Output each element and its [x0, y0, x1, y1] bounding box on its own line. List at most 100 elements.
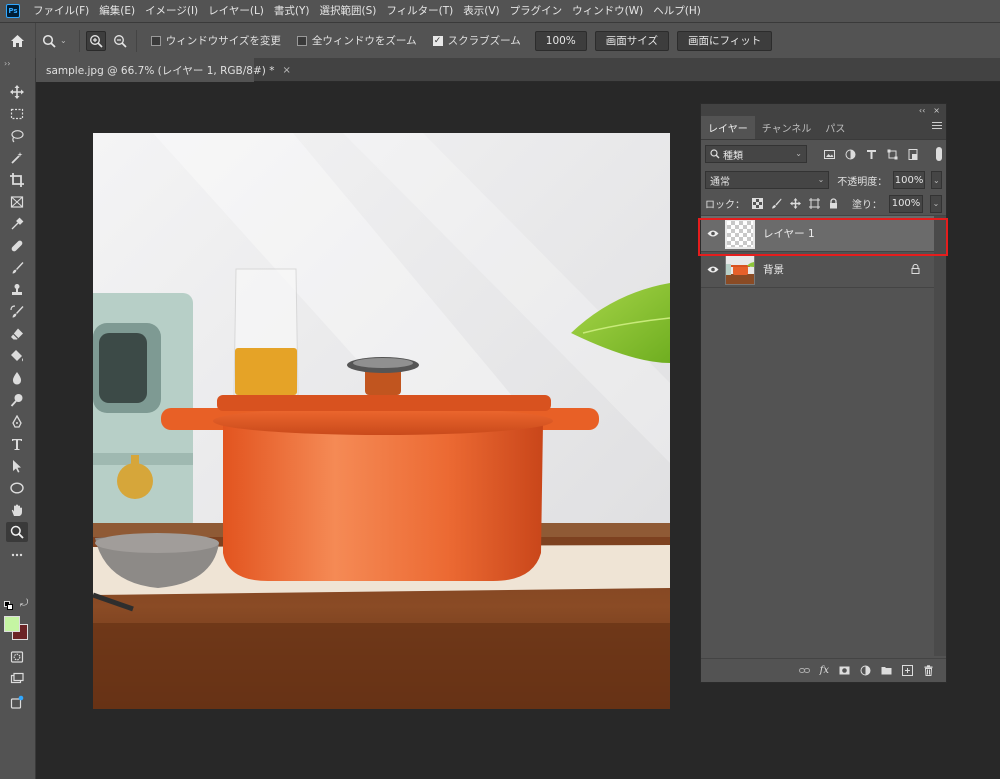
paint-bucket-tool[interactable] — [6, 346, 28, 366]
fill-screen-button[interactable]: 画面にフィット — [676, 30, 773, 51]
healing-brush-tool[interactable] — [6, 236, 28, 256]
menu-window[interactable]: ウィンドウ(W) — [567, 0, 648, 22]
move-tool[interactable] — [6, 82, 28, 102]
smart-object-filter-icon[interactable] — [907, 148, 919, 160]
eraser-tool[interactable] — [6, 324, 28, 344]
magic-wand-tool[interactable] — [6, 148, 28, 168]
zoom-in-button[interactable] — [85, 30, 106, 51]
marquee-tool[interactable] — [6, 104, 28, 124]
layer-row[interactable]: 背景 — [701, 252, 934, 288]
shape-filter-icon[interactable] — [886, 148, 898, 160]
lock-position-icon[interactable] — [790, 198, 801, 209]
filter-toggle-icon[interactable] — [936, 147, 942, 161]
crop-tool[interactable] — [6, 170, 28, 190]
tab-layers[interactable]: レイヤー — [701, 116, 755, 139]
eye-icon — [707, 266, 719, 273]
lock-all-icon[interactable] — [828, 198, 839, 209]
zoom-all-windows-checkbox[interactable]: 全ウィンドウをズーム — [296, 33, 417, 48]
type-tool[interactable] — [6, 434, 28, 454]
adjustment-layer-icon[interactable] — [860, 665, 871, 676]
menu-layer[interactable]: レイヤー(L) — [203, 0, 269, 22]
link-layers-icon[interactable] — [798, 665, 810, 676]
tab-channels[interactable]: チャンネル — [755, 116, 819, 139]
eraser-icon — [11, 328, 23, 340]
layer-row[interactable]: レイヤー 1 — [701, 216, 934, 252]
history-brush-tool[interactable] — [6, 302, 28, 322]
hand-tool[interactable] — [6, 500, 28, 520]
menu-help[interactable]: ヘルプ(H) — [648, 0, 706, 22]
add-mask-icon[interactable] — [839, 665, 850, 676]
lock-transparent-pixels-icon[interactable] — [752, 198, 763, 209]
default-colors-icon[interactable] — [4, 601, 13, 610]
ellipse-tool[interactable] — [6, 478, 28, 498]
visibility-toggle[interactable] — [701, 265, 725, 274]
checkbox-box[interactable] — [296, 35, 307, 46]
menu-view[interactable]: 表示(V) — [458, 0, 504, 22]
menu-edit[interactable]: 編集(E) — [94, 0, 140, 22]
panel-menu-icon[interactable] — [932, 122, 942, 131]
zoom-out-button[interactable] — [110, 31, 130, 51]
tab-paths[interactable]: パス — [818, 116, 852, 139]
pixel-filter-icon[interactable] — [823, 148, 835, 160]
dodge-tool[interactable] — [6, 390, 28, 410]
checkbox-box[interactable] — [150, 35, 161, 46]
resize-windows-checkbox[interactable]: ウィンドウサイズを変更 — [150, 33, 281, 48]
document-canvas[interactable] — [93, 133, 670, 709]
opacity-dropdown-icon[interactable]: ⌄ — [930, 171, 943, 189]
brush-tool[interactable] — [6, 258, 28, 278]
pen-tool[interactable] — [6, 412, 28, 432]
more-tools-button[interactable] — [6, 545, 28, 565]
fill-input[interactable]: 100% — [889, 194, 923, 213]
path-selection-tool[interactable] — [6, 456, 28, 476]
trash-icon[interactable] — [923, 665, 934, 676]
lasso-tool[interactable] — [6, 126, 28, 146]
lock-image-pixels-icon[interactable] — [771, 198, 782, 209]
screen-mode-button[interactable] — [6, 669, 28, 689]
menu-type[interactable]: 書式(Y) — [269, 0, 315, 22]
opacity-input[interactable]: 100% — [893, 171, 925, 189]
blur-tool[interactable] — [6, 368, 28, 388]
visibility-toggle[interactable] — [701, 229, 725, 238]
type-filter-icon[interactable] — [865, 148, 877, 160]
menu-plugins[interactable]: プラグイン — [505, 0, 568, 22]
check-icon[interactable]: ✓ — [432, 35, 443, 46]
menu-select[interactable]: 選択範囲(S) — [315, 0, 382, 22]
fill-dropdown-icon[interactable]: ⌄ — [930, 194, 942, 213]
zoom-tool[interactable] — [6, 522, 28, 542]
layer-name[interactable]: レイヤー 1 — [763, 226, 815, 241]
lock-artboard-icon[interactable] — [809, 198, 820, 209]
scrubby-zoom-checkbox[interactable]: ✓ スクラブズーム — [432, 33, 521, 48]
fx-icon[interactable]: fx — [820, 665, 829, 676]
zoom-100-button[interactable]: 100% — [534, 30, 587, 51]
frame-tool[interactable] — [6, 192, 28, 212]
clone-stamp-tool[interactable] — [6, 280, 28, 300]
panel-tabs: レイヤー チャンネル パス — [701, 116, 946, 140]
layers-scrollbar[interactable] — [934, 216, 946, 656]
menu-file[interactable]: ファイル(F) — [28, 0, 94, 22]
collapse-panel-icon[interactable]: ‹‹ — [919, 106, 925, 115]
share-button[interactable] — [6, 692, 28, 712]
zoom-tool-preset[interactable]: ⌄ — [36, 34, 73, 48]
quick-mask-button[interactable] — [6, 647, 28, 667]
filter-kind-select[interactable]: 種類 ⌄ — [705, 145, 807, 163]
fit-screen-button[interactable]: 画面サイズ — [594, 30, 669, 51]
new-group-icon[interactable] — [881, 665, 892, 676]
type-icon — [12, 439, 22, 450]
adjustment-filter-icon[interactable] — [844, 148, 856, 160]
blend-mode-select[interactable]: 通常 ⌄ — [705, 171, 830, 189]
menu-image[interactable]: イメージ(I) — [140, 0, 203, 22]
document-tab[interactable]: sample.jpg @ 66.7% (レイヤー 1, RGB/8#) * × — [36, 58, 291, 82]
home-button[interactable] — [0, 22, 36, 59]
close-icon[interactable]: × — [282, 65, 290, 76]
layer-name[interactable]: 背景 — [763, 262, 784, 277]
chevron-down-icon: ⌄ — [60, 36, 67, 45]
expand-toolbar-icon[interactable]: ›› — [0, 58, 35, 70]
foreground-color-swatch[interactable] — [4, 616, 20, 632]
options-bar: ⌄ ウィンドウサイズを変更 全ウィンドウをズーム ✓ スクラブズーム 100% … — [0, 22, 1000, 59]
document-tab-bar: sample.jpg @ 66.7% (レイヤー 1, RGB/8#) * × — [36, 58, 1000, 82]
close-panel-icon[interactable]: × — [933, 106, 940, 115]
new-layer-icon[interactable] — [902, 665, 913, 676]
menu-filter[interactable]: フィルター(T) — [381, 0, 458, 22]
eyedropper-tool[interactable] — [6, 214, 28, 234]
swap-colors-icon[interactable]: ⤾ — [20, 598, 28, 609]
